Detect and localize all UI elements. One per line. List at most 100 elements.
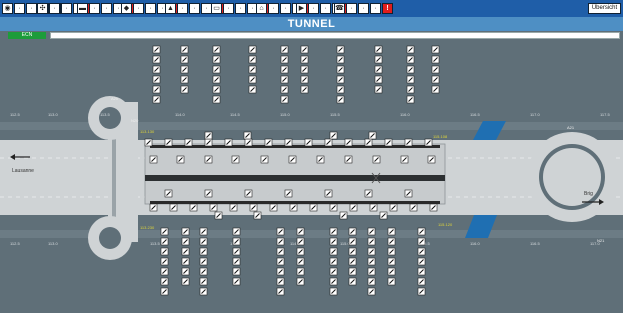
detector-icon[interactable] bbox=[181, 227, 190, 236]
detector-icon[interactable] bbox=[387, 237, 396, 246]
detector-icon[interactable] bbox=[374, 85, 383, 94]
toolbar-button-a[interactable]: · bbox=[346, 3, 357, 14]
detector-icon[interactable] bbox=[160, 227, 169, 236]
detector-icon[interactable] bbox=[374, 75, 383, 84]
phone-icon[interactable]: ☎ bbox=[334, 3, 345, 14]
detector-icon[interactable] bbox=[417, 237, 426, 246]
detector-icon[interactable] bbox=[336, 85, 345, 94]
lane-control-icon[interactable] bbox=[372, 155, 381, 164]
detector-icon[interactable] bbox=[296, 257, 305, 266]
detector-icon[interactable] bbox=[367, 227, 376, 236]
sensor-icon[interactable] bbox=[169, 203, 178, 212]
toolbar-button-b[interactable]: · bbox=[358, 3, 369, 14]
lane-control-icon[interactable] bbox=[316, 155, 325, 164]
detector-icon[interactable] bbox=[367, 237, 376, 246]
detector-icon[interactable] bbox=[367, 287, 376, 296]
toolbar-button-b[interactable]: · bbox=[280, 3, 291, 14]
lane-control-icon[interactable] bbox=[404, 189, 413, 198]
detector-icon[interactable] bbox=[232, 267, 241, 276]
lane-control-icon[interactable] bbox=[364, 189, 373, 198]
detector-icon[interactable] bbox=[181, 277, 190, 286]
detector-icon[interactable] bbox=[406, 65, 415, 74]
sensor-icon[interactable] bbox=[364, 138, 373, 147]
detector-icon[interactable] bbox=[160, 237, 169, 246]
detector-icon[interactable] bbox=[280, 45, 289, 54]
sensor-icon[interactable] bbox=[324, 138, 333, 147]
sensor-icon[interactable] bbox=[184, 138, 193, 147]
detector-icon[interactable] bbox=[152, 75, 161, 84]
detector-icon[interactable] bbox=[300, 55, 309, 64]
detector-icon[interactable] bbox=[212, 85, 221, 94]
detector-icon[interactable] bbox=[152, 45, 161, 54]
lane-control-icon[interactable] bbox=[204, 189, 213, 198]
detector-icon[interactable] bbox=[348, 267, 357, 276]
detector-icon[interactable] bbox=[276, 227, 285, 236]
toolbar-button-b[interactable]: · bbox=[26, 3, 37, 14]
detector-icon[interactable] bbox=[248, 85, 257, 94]
toolbar-button-a[interactable]: · bbox=[49, 3, 60, 14]
truck-icon[interactable]: ▬ bbox=[77, 3, 88, 14]
detector-icon[interactable] bbox=[181, 237, 190, 246]
detector-icon[interactable] bbox=[296, 237, 305, 246]
detector-icon[interactable] bbox=[152, 95, 161, 104]
sensor-icon[interactable] bbox=[389, 203, 398, 212]
detector-icon[interactable] bbox=[329, 257, 338, 266]
sensor-icon[interactable] bbox=[204, 138, 213, 147]
detector-icon[interactable] bbox=[232, 247, 241, 256]
sensor-icon[interactable] bbox=[409, 203, 418, 212]
detector-icon[interactable] bbox=[248, 75, 257, 84]
detector-icon[interactable] bbox=[152, 55, 161, 64]
detector-icon[interactable] bbox=[248, 55, 257, 64]
camera-icon[interactable]: ◉ bbox=[2, 3, 13, 14]
detector-icon[interactable] bbox=[387, 227, 396, 236]
detector-icon[interactable] bbox=[329, 227, 338, 236]
detector-icon[interactable] bbox=[232, 237, 241, 246]
detector-icon[interactable] bbox=[329, 277, 338, 286]
detector-icon[interactable] bbox=[387, 257, 396, 266]
detector-icon[interactable] bbox=[348, 237, 357, 246]
detector-icon[interactable] bbox=[276, 237, 285, 246]
detector-icon[interactable] bbox=[276, 277, 285, 286]
detector-icon[interactable] bbox=[374, 55, 383, 64]
detector-icon[interactable] bbox=[280, 75, 289, 84]
detector-icon[interactable] bbox=[276, 267, 285, 276]
detector-icon[interactable] bbox=[431, 65, 440, 74]
detector-icon[interactable] bbox=[180, 45, 189, 54]
detector-icon[interactable] bbox=[199, 227, 208, 236]
lane-signal-icon[interactable]: ▭ bbox=[211, 3, 222, 14]
lane-control-icon[interactable] bbox=[288, 155, 297, 164]
fan-icon[interactable]: ✣ bbox=[37, 3, 48, 14]
sensor-icon[interactable] bbox=[244, 138, 253, 147]
sensor-icon[interactable] bbox=[209, 203, 218, 212]
toolbar-button-c[interactable]: · bbox=[370, 3, 381, 14]
cabinet-icon[interactable] bbox=[253, 211, 262, 220]
toolbar-button-b[interactable]: · bbox=[189, 3, 200, 14]
detector-icon[interactable] bbox=[431, 55, 440, 64]
detector-icon[interactable] bbox=[296, 277, 305, 286]
sensor-icon[interactable] bbox=[429, 203, 438, 212]
detector-icon[interactable] bbox=[348, 247, 357, 256]
detector-icon[interactable] bbox=[232, 257, 241, 266]
lane-control-icon[interactable] bbox=[231, 155, 240, 164]
cabinet-icon[interactable] bbox=[204, 131, 213, 140]
fire-alarm-icon[interactable]: ▲ bbox=[165, 3, 176, 14]
toolbar-button-b[interactable]: · bbox=[235, 3, 246, 14]
detector-icon[interactable] bbox=[180, 75, 189, 84]
detector-icon[interactable] bbox=[387, 247, 396, 256]
sensor-icon[interactable] bbox=[424, 138, 433, 147]
detector-icon[interactable] bbox=[336, 75, 345, 84]
detector-icon[interactable] bbox=[212, 55, 221, 64]
lane-control-icon[interactable] bbox=[244, 189, 253, 198]
sensor-icon[interactable] bbox=[264, 138, 273, 147]
detector-icon[interactable] bbox=[300, 65, 309, 74]
cabinet-icon[interactable] bbox=[379, 211, 388, 220]
play-icon[interactable]: ▶ bbox=[296, 3, 307, 14]
detector-icon[interactable] bbox=[417, 277, 426, 286]
detector-icon[interactable] bbox=[336, 45, 345, 54]
detector-icon[interactable] bbox=[329, 267, 338, 276]
detector-icon[interactable] bbox=[199, 287, 208, 296]
detector-icon[interactable] bbox=[336, 95, 345, 104]
cabinet-icon[interactable] bbox=[329, 131, 338, 140]
lane-control-icon[interactable] bbox=[427, 155, 436, 164]
detector-icon[interactable] bbox=[406, 75, 415, 84]
